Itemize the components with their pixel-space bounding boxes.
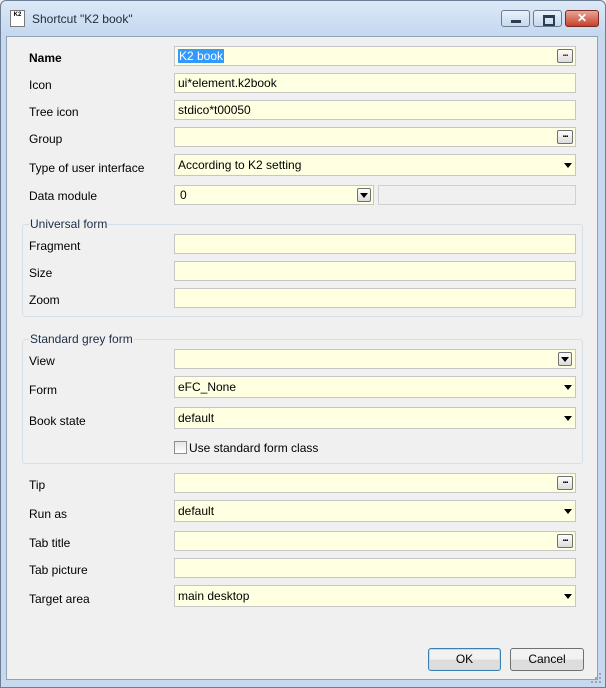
run-as-chevron-down-icon xyxy=(564,509,572,514)
cancel-button[interactable]: Cancel xyxy=(510,648,584,671)
use-standard-form-class-label[interactable]: Use standard form class xyxy=(189,441,318,455)
app-icon: K2 xyxy=(10,10,25,27)
data-module-combo[interactable]: 0 xyxy=(174,185,374,205)
tab-title-label: Tab title xyxy=(29,536,71,550)
view-label: View xyxy=(29,354,55,368)
target-area-value: main desktop xyxy=(178,589,250,603)
use-standard-form-class-checkbox[interactable] xyxy=(174,441,187,454)
standard-grey-form-title: Standard grey form xyxy=(29,332,134,346)
zoom-field[interactable] xyxy=(174,288,576,308)
data-module-label: Data module xyxy=(29,189,98,203)
fragment-label: Fragment xyxy=(29,239,81,253)
form-label: Form xyxy=(29,383,57,397)
view-chevron-down-icon xyxy=(561,357,569,362)
maximize-button[interactable] xyxy=(533,10,562,27)
tab-title-browse-button[interactable]: ... xyxy=(557,534,573,548)
ui-type-select[interactable]: According to K2 setting xyxy=(174,154,576,176)
icon-label: Icon xyxy=(29,78,52,92)
tree-icon-label: Tree icon xyxy=(29,105,79,119)
target-area-label: Target area xyxy=(29,592,90,606)
run-as-value: default xyxy=(178,504,215,518)
form-chevron-down-icon xyxy=(564,385,572,390)
view-dropdown-button[interactable] xyxy=(558,352,572,366)
run-as-label: Run as xyxy=(29,507,68,521)
tab-title-field[interactable] xyxy=(174,531,576,551)
ui-type-value: According to K2 setting xyxy=(178,158,302,172)
data-module-dropdown-button[interactable] xyxy=(357,188,371,202)
form-value: eFC_None xyxy=(178,380,237,394)
tip-field[interactable] xyxy=(174,473,576,493)
name-label: Name xyxy=(29,51,62,65)
data-module-extra-field xyxy=(378,185,576,205)
target-area-select[interactable]: main desktop xyxy=(174,585,576,607)
zoom-label: Zoom xyxy=(29,293,60,307)
close-button[interactable]: ✕ xyxy=(565,10,599,27)
data-module-chevron-down-icon xyxy=(360,193,368,198)
group-label: Group xyxy=(29,132,63,146)
book-state-value: default xyxy=(178,411,215,425)
book-state-chevron-down-icon xyxy=(564,416,572,421)
minimize-button[interactable] xyxy=(501,10,530,27)
name-field-value: K2 book xyxy=(178,49,225,63)
book-state-select[interactable]: default xyxy=(174,407,576,429)
target-area-chevron-down-icon xyxy=(564,594,572,599)
tree-icon-field[interactable]: stdico*t00050 xyxy=(174,100,576,120)
tip-label: Tip xyxy=(29,478,46,492)
size-label: Size xyxy=(29,266,53,280)
book-state-label: Book state xyxy=(29,414,86,428)
tab-picture-field[interactable] xyxy=(174,558,576,578)
group-field[interactable] xyxy=(174,127,576,147)
group-browse-button[interactable]: ... xyxy=(557,130,573,144)
name-browse-button[interactable]: ... xyxy=(557,49,573,63)
view-combo[interactable] xyxy=(174,349,576,369)
size-field[interactable] xyxy=(174,261,576,281)
tab-picture-label: Tab picture xyxy=(29,563,88,577)
icon-field[interactable]: ui*element.k2book xyxy=(174,73,576,93)
universal-form-title: Universal form xyxy=(29,217,109,231)
ui-type-label: Type of user interface xyxy=(29,161,145,175)
form-select[interactable]: eFC_None xyxy=(174,376,576,398)
ui-type-chevron-down-icon xyxy=(564,163,572,168)
run-as-select[interactable]: default xyxy=(174,500,576,522)
tip-browse-button[interactable]: ... xyxy=(557,476,573,490)
name-field[interactable]: K2 book xyxy=(174,46,576,66)
resize-grip-icon[interactable] xyxy=(590,672,602,684)
fragment-field[interactable] xyxy=(174,234,576,254)
title-bar[interactable]: K2 Shortcut "K2 book" ✕ xyxy=(1,1,605,37)
window-title: Shortcut "K2 book" xyxy=(32,12,133,26)
data-module-value: 0 xyxy=(180,188,187,202)
ok-button[interactable]: OK xyxy=(428,648,501,671)
